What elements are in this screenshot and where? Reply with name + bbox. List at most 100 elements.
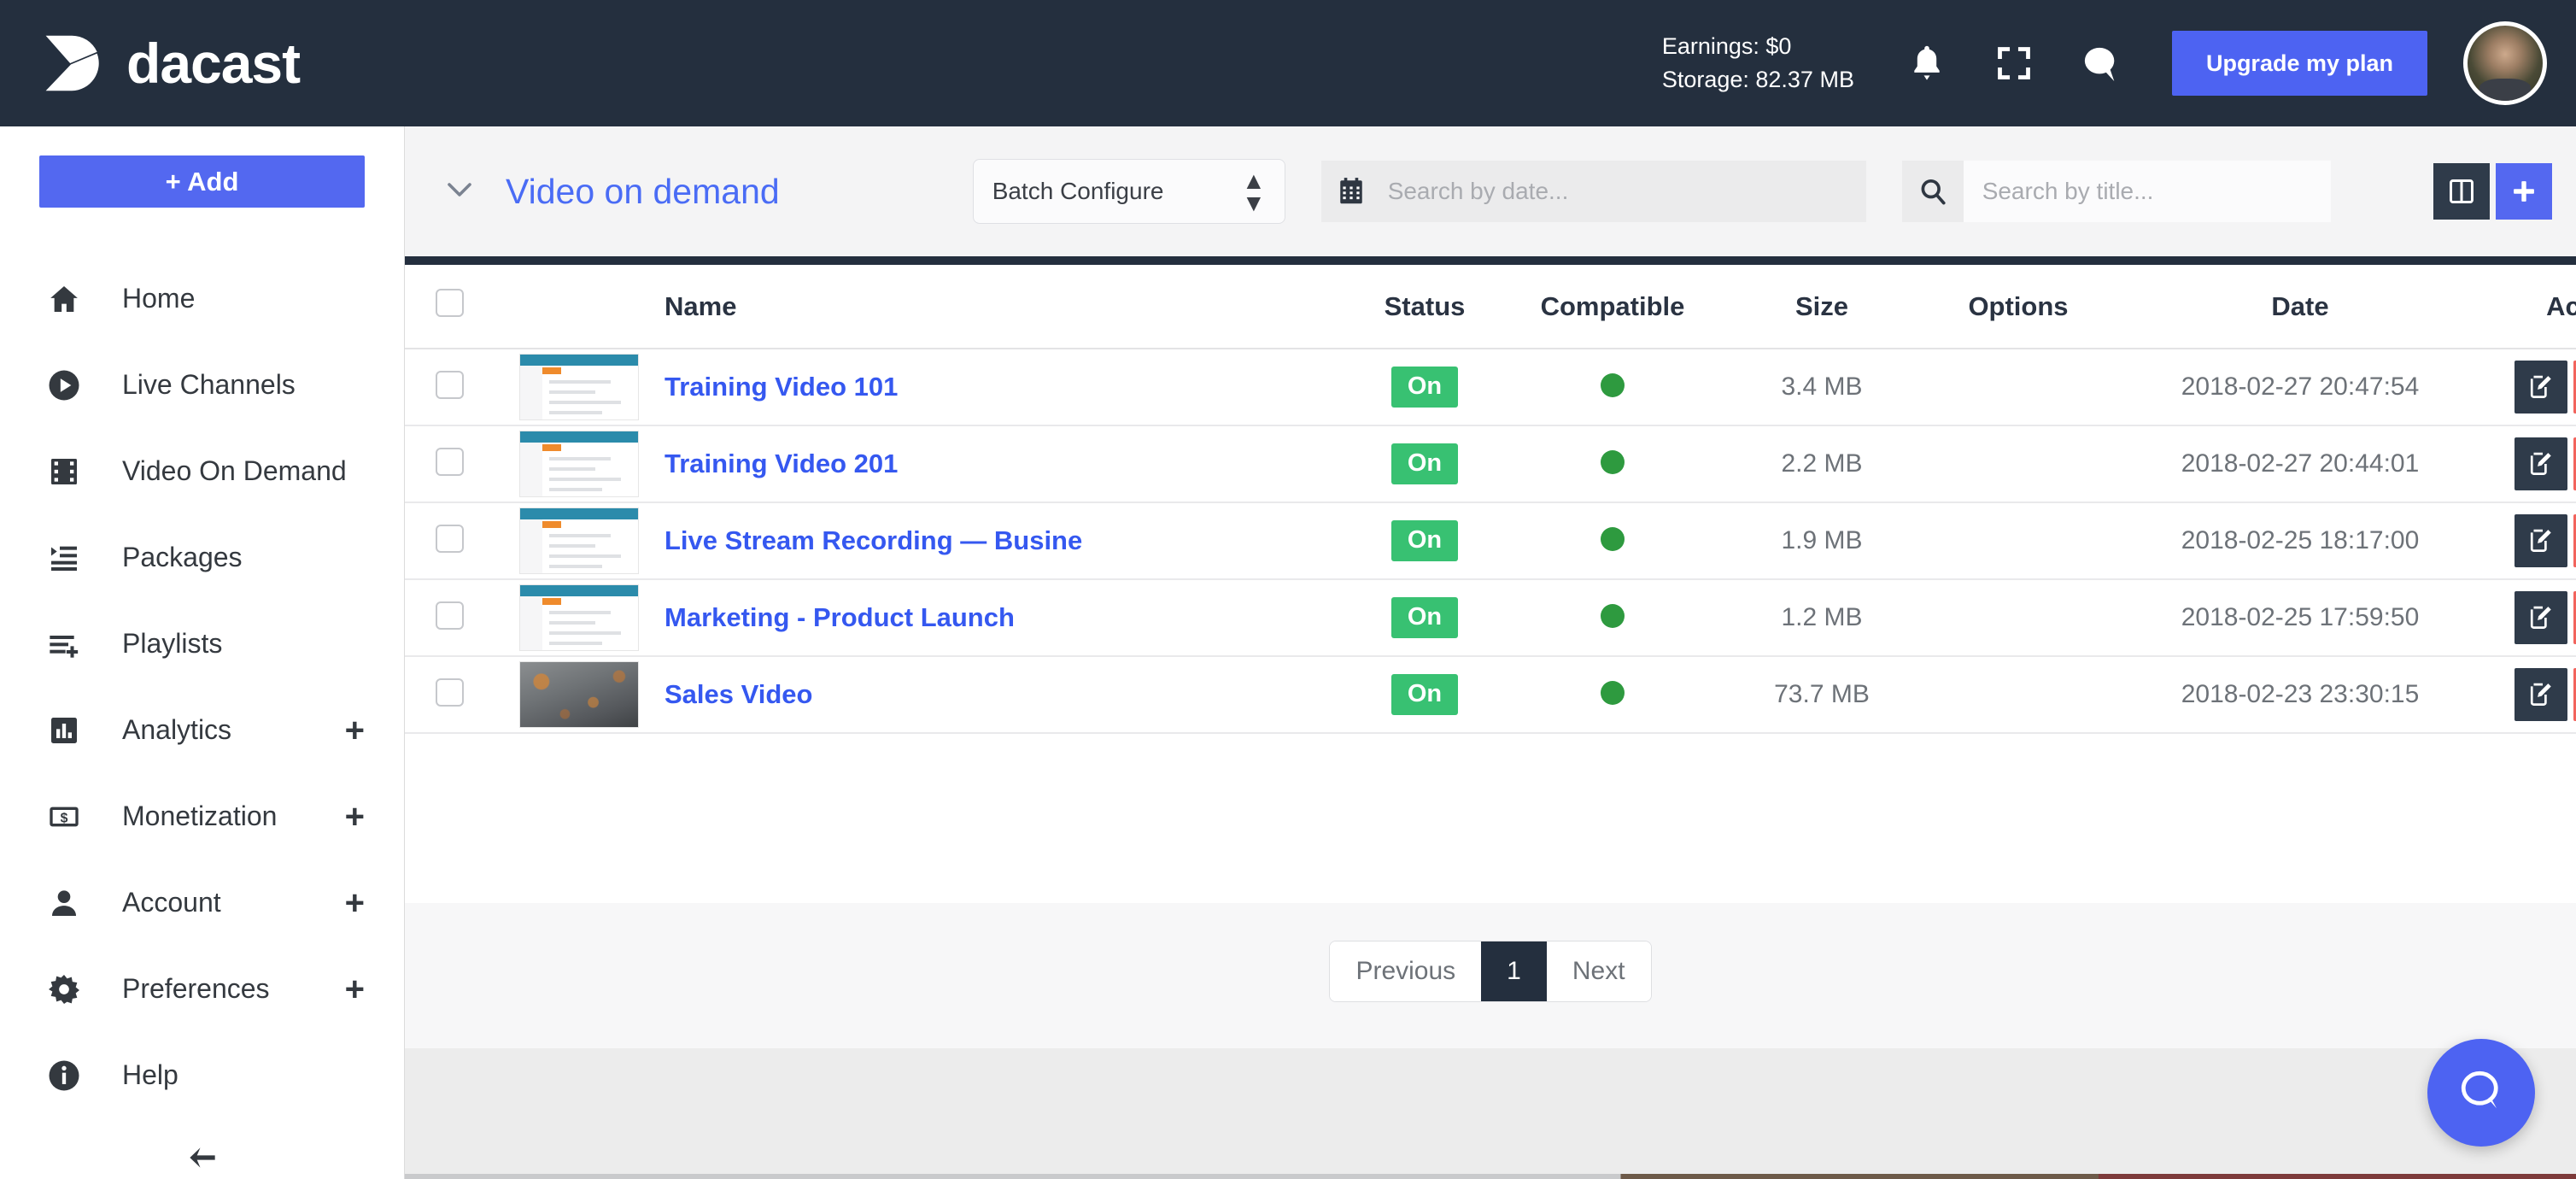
status-cell: On	[1348, 349, 1502, 425]
person-icon	[45, 886, 83, 920]
column-header-compatible[interactable]: Compatible	[1502, 265, 1724, 349]
edit-icon[interactable]	[2515, 668, 2567, 721]
batch-configure-select[interactable]: Batch Configure ▲ ▼	[972, 159, 1285, 224]
row-actions	[2484, 361, 2576, 414]
table-row[interactable]: Marketing - Product Launch On 1.2 MB 2018-0…	[405, 579, 2576, 656]
row-actions	[2484, 437, 2576, 490]
select-arrows-icon: ▲ ▼	[1241, 167, 1266, 216]
video-name-link[interactable]: Marketing - Product Launch	[664, 602, 1015, 633]
row-checkbox[interactable]	[435, 601, 464, 630]
search-icon[interactable]	[1902, 177, 1964, 206]
expand-analytics-icon[interactable]: +	[345, 713, 365, 748]
previous-page-button[interactable]: Previous	[1330, 941, 1482, 1001]
sidebar-item-packages[interactable]: Packages	[0, 514, 404, 601]
thumbnail-cell	[494, 579, 664, 656]
columns-layout-icon[interactable]	[2433, 163, 2490, 220]
row-checkbox[interactable]	[435, 525, 464, 553]
arrow-left-icon[interactable]	[183, 1141, 222, 1179]
sidebar-item-playlists[interactable]: Playlists	[0, 601, 404, 687]
page-title[interactable]: Video on demand	[506, 172, 780, 212]
table-row[interactable]: Sales Video On 73.7 MB 2018-02-23 23:30:15	[405, 656, 2576, 733]
sidebar-item-label: Playlists	[122, 628, 223, 659]
edit-icon[interactable]	[2515, 514, 2567, 567]
row-select-cell	[405, 579, 494, 656]
next-page-button[interactable]: Next	[1546, 941, 1651, 1001]
table-row[interactable]: Live Stream Recording — Busine On 1.9 MB 20…	[405, 502, 2576, 579]
row-select-cell	[405, 349, 494, 425]
bar-chart-icon	[45, 713, 83, 748]
sidebar-item-preferences[interactable]: Preferences +	[0, 946, 404, 1032]
fullscreen-icon[interactable]	[1994, 44, 2034, 83]
add-button[interactable]: + Add	[39, 155, 365, 208]
status-cell: On	[1348, 425, 1502, 502]
compatible-cell	[1502, 425, 1724, 502]
sidebar-item-label: Help	[122, 1059, 179, 1090]
edit-icon[interactable]	[2515, 591, 2567, 644]
search-by-date-input[interactable]: Search by date...	[1320, 161, 1866, 222]
search-by-title-input[interactable]: Search by title...	[1963, 161, 2331, 222]
table-row[interactable]: Training Video 101 On 3.4 MB 2018-02-27 20:…	[405, 349, 2576, 425]
search-by-title-placeholder: Search by title...	[1982, 178, 2154, 204]
chat-bubble-icon[interactable]	[2081, 44, 2121, 83]
video-name-link[interactable]: Live Stream Recording — Busine	[664, 525, 1082, 556]
row-checkbox[interactable]	[435, 448, 464, 476]
plus-icon[interactable]	[2496, 163, 2552, 220]
video-name-link[interactable]: Sales Video	[664, 679, 812, 710]
video-name-link[interactable]: Training Video 101	[664, 372, 898, 402]
sidebar-item-video-on-demand[interactable]: Video On Demand	[0, 428, 404, 514]
edit-icon[interactable]	[2515, 437, 2567, 490]
thumbnail-cell	[494, 425, 664, 502]
actions-cell	[2484, 502, 2576, 579]
date-cell: 2018-02-25 18:17:00	[2116, 502, 2484, 579]
dacast-logo[interactable]: dacast	[39, 31, 301, 96]
date-value: 2018-02-25 17:59:50	[2181, 603, 2420, 631]
storage-label: Storage: 82.37 MB	[1661, 67, 1854, 92]
row-select-cell	[405, 502, 494, 579]
select-all-checkbox[interactable]	[435, 289, 464, 317]
chevron-down-icon[interactable]	[444, 179, 475, 205]
table-row[interactable]: Training Video 201 On 2.2 MB 2018-02-27 20:…	[405, 425, 2576, 502]
expand-account-icon[interactable]: +	[345, 886, 365, 920]
edit-icon[interactable]	[2515, 361, 2567, 414]
row-select-cell	[405, 425, 494, 502]
column-header-options[interactable]: Options	[1920, 265, 2116, 349]
home-icon	[45, 282, 83, 316]
size-cell: 1.2 MB	[1724, 579, 1920, 656]
sidebar-item-live-channels[interactable]: Live Channels	[0, 342, 404, 428]
account-stats: Earnings: $0 Storage: 82.37 MB	[1662, 30, 1854, 97]
name-cell: Sales Video	[664, 656, 1348, 733]
date-cell: 2018-02-27 20:44:01	[2116, 425, 2484, 502]
column-header-status[interactable]: Status	[1348, 265, 1502, 349]
select-all-header	[405, 265, 494, 349]
upgrade-my-plan-button[interactable]: Upgrade my plan	[2171, 31, 2427, 96]
size-cell: 2.2 MB	[1724, 425, 1920, 502]
status-badge: On	[1390, 674, 1459, 715]
row-checkbox[interactable]	[435, 371, 464, 399]
sidebar-item-help[interactable]: Help	[0, 1032, 404, 1118]
support-chat-button[interactable]	[2427, 1039, 2535, 1147]
bell-icon[interactable]	[1907, 44, 1947, 83]
batch-configure-value: Batch Configure	[992, 178, 1164, 204]
money-icon: $	[45, 800, 83, 834]
indent-list-icon	[45, 541, 83, 575]
chat-bubble-icon	[2456, 1066, 2507, 1120]
column-header-name[interactable]: Name	[664, 265, 1348, 349]
sidebar-item-analytics[interactable]: Analytics +	[0, 687, 404, 773]
video-name-link[interactable]: Training Video 201	[664, 449, 898, 479]
column-header-date[interactable]: Date	[2116, 265, 2484, 349]
content-toolbar: Video on demand Batch Configure ▲ ▼ Sear…	[405, 126, 2576, 256]
expand-monetization-icon[interactable]: +	[345, 800, 365, 834]
compatible-cell	[1502, 656, 1724, 733]
compatible-indicator-icon	[1601, 680, 1625, 705]
row-actions	[2484, 514, 2576, 567]
column-header-size[interactable]: Size	[1724, 265, 1920, 349]
row-checkbox[interactable]	[435, 678, 464, 707]
avatar[interactable]	[2463, 21, 2547, 105]
film-icon	[45, 455, 83, 489]
expand-preferences-icon[interactable]: +	[345, 972, 365, 1006]
sidebar-item-monetization[interactable]: $ Monetization +	[0, 773, 404, 859]
row-actions	[2484, 591, 2576, 644]
page-1-button[interactable]: 1	[1481, 941, 1547, 1001]
sidebar-item-home[interactable]: Home	[0, 255, 404, 342]
sidebar-item-account[interactable]: Account +	[0, 859, 404, 946]
